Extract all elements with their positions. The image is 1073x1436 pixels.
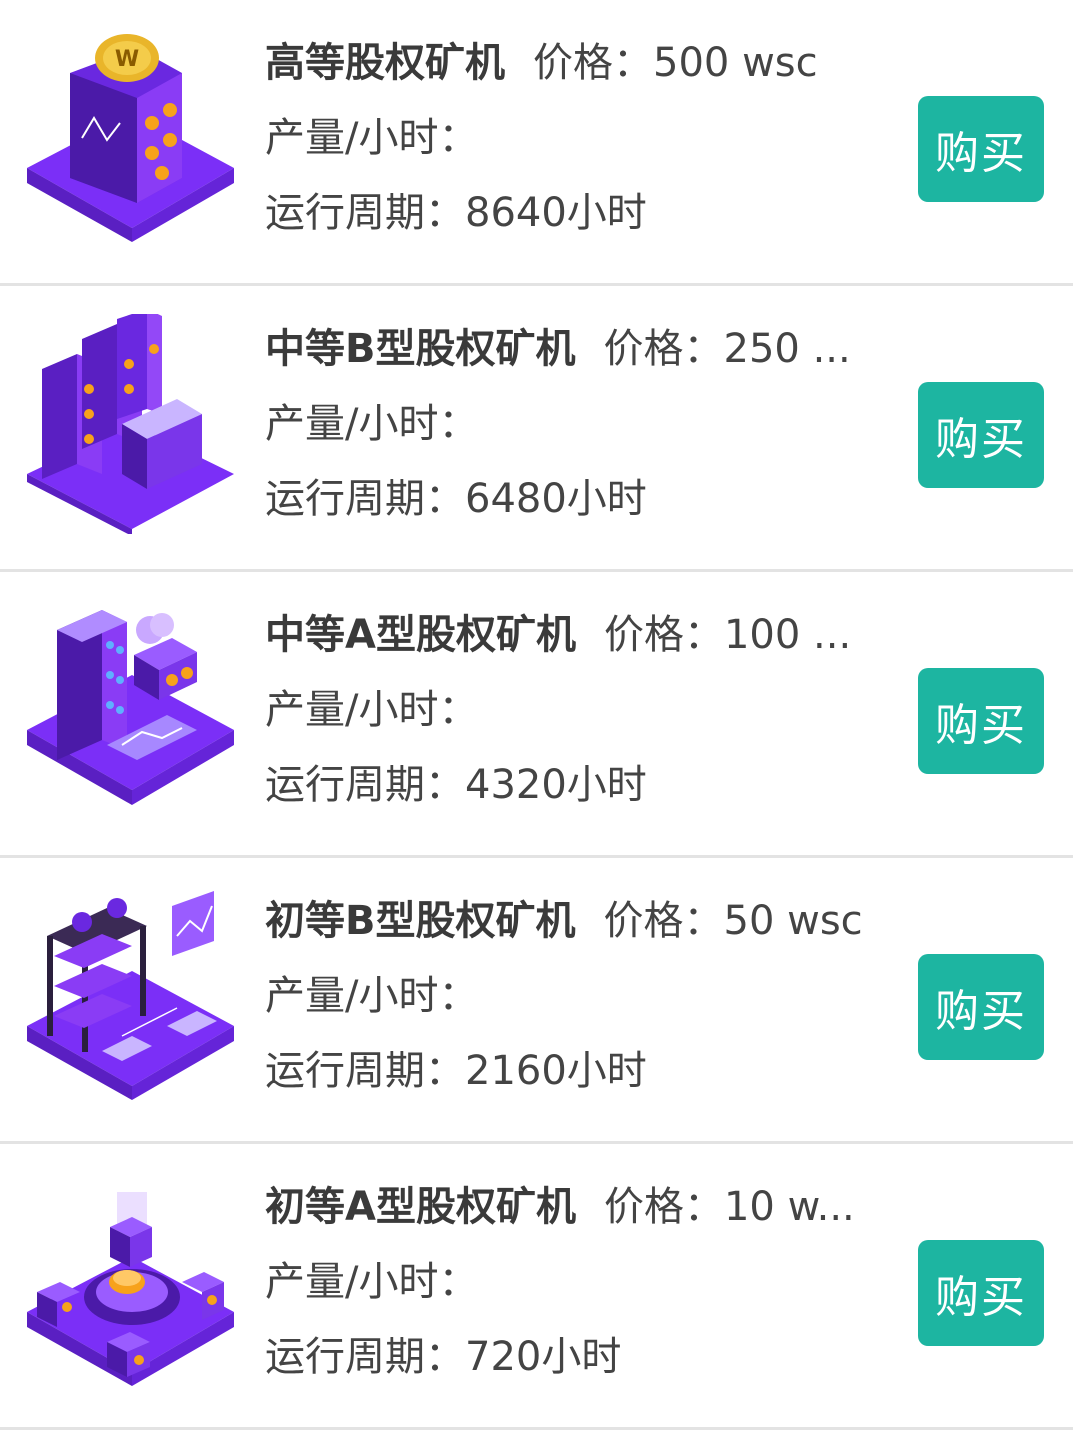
- list-item: 中等A型股权矿机 价格：100 ... 产量/小时： 运行周期：4320小时 购买: [0, 572, 1073, 858]
- data-center-building-icon: [22, 600, 237, 820]
- price: 价格：50 wsc: [604, 896, 863, 946]
- period: 运行周期：6480小时: [265, 474, 647, 524]
- product-title: 初等B型股权矿机: [265, 898, 576, 944]
- period-label: 运行周期：: [265, 476, 465, 522]
- buy-button[interactable]: 购买: [918, 382, 1044, 488]
- period-label: 运行周期：: [265, 1048, 465, 1094]
- list-item: 中等B型股权矿机 价格：250 ... 产量/小时： 运行周期：6480小时 购买: [0, 286, 1073, 572]
- period-value: 2160小时: [465, 1048, 647, 1094]
- price-value: 500 wsc: [653, 40, 818, 86]
- title-row: 中等A型股权矿机 价格：100 ...: [265, 610, 851, 660]
- output-label: 产量/小时：: [265, 973, 479, 1019]
- period-label: 运行周期：: [265, 762, 465, 808]
- output-label: 产量/小时：: [265, 687, 479, 733]
- price-label: 价格：: [603, 612, 724, 658]
- period-value: 4320小时: [465, 762, 647, 808]
- title-row: 中等B型股权矿机 价格：250 ...: [265, 324, 851, 374]
- list-item: 初等A型股权矿机 价格：10 w... 产量/小时： 运行周期：720小时 购买: [0, 1144, 1073, 1430]
- price: 价格：10 w...: [604, 1182, 855, 1232]
- buy-button[interactable]: 购买: [918, 668, 1044, 774]
- output-label: 产量/小时：: [265, 1259, 479, 1305]
- price: 价格：500 wsc: [533, 38, 818, 88]
- price: 价格：100 ...: [604, 610, 851, 660]
- buy-button[interactable]: 购买: [918, 96, 1044, 202]
- price-label: 价格：: [533, 40, 653, 86]
- period-label: 运行周期：: [265, 1334, 465, 1380]
- gold-coin-mining-cube-icon: W: [22, 28, 237, 248]
- title-row: 初等A型股权矿机 价格：10 w...: [265, 1182, 855, 1232]
- period-value: 720小时: [465, 1334, 622, 1380]
- list-item: W 高等股权矿机 价格：500 wsc 产量/小时： 运行周期：8640小时 购买: [0, 0, 1073, 286]
- title-row: 初等B型股权矿机 价格：50 wsc: [265, 896, 863, 946]
- price-value: 10 w...: [723, 1184, 855, 1230]
- svg-text:W: W: [115, 47, 139, 72]
- output-label: 产量/小时：: [265, 115, 479, 161]
- product-title: 中等B型股权矿机: [265, 326, 576, 372]
- server-racks-icon: [22, 309, 237, 536]
- product-title: 中等A型股权矿机: [265, 612, 576, 658]
- price-value: 50 wsc: [723, 898, 863, 944]
- bitcoin-reactor-icon: [22, 1172, 237, 1392]
- mining-farm-icon: [22, 886, 237, 1106]
- buy-button[interactable]: 购买: [918, 1240, 1044, 1346]
- price-value: 250 ...: [723, 326, 851, 372]
- period: 运行周期：8640小时: [265, 188, 647, 238]
- period: 运行周期：2160小时: [265, 1046, 647, 1096]
- product-list: W 高等股权矿机 价格：500 wsc 产量/小时： 运行周期：8640小时 购买: [0, 0, 1073, 1436]
- output-label: 产量/小时：: [265, 401, 479, 447]
- period-value: 8640小时: [465, 190, 647, 236]
- period-label: 运行周期：: [265, 190, 465, 236]
- price-label: 价格：: [603, 898, 724, 944]
- price: 价格：250 ...: [604, 324, 851, 374]
- buy-button[interactable]: 购买: [918, 954, 1044, 1060]
- title-row: 高等股权矿机 价格：500 wsc: [265, 38, 818, 88]
- period-value: 6480小时: [465, 476, 647, 522]
- period: 运行周期：720小时: [265, 1332, 621, 1382]
- price-label: 价格：: [603, 1184, 724, 1230]
- price-label: 价格：: [603, 326, 724, 372]
- product-title: 高等股权矿机: [265, 40, 505, 86]
- period: 运行周期：4320小时: [265, 760, 647, 810]
- price-value: 100 ...: [723, 612, 852, 658]
- product-title: 初等A型股权矿机: [265, 1184, 576, 1230]
- list-item: 初等B型股权矿机 价格：50 wsc 产量/小时： 运行周期：2160小时 购买: [0, 858, 1073, 1144]
